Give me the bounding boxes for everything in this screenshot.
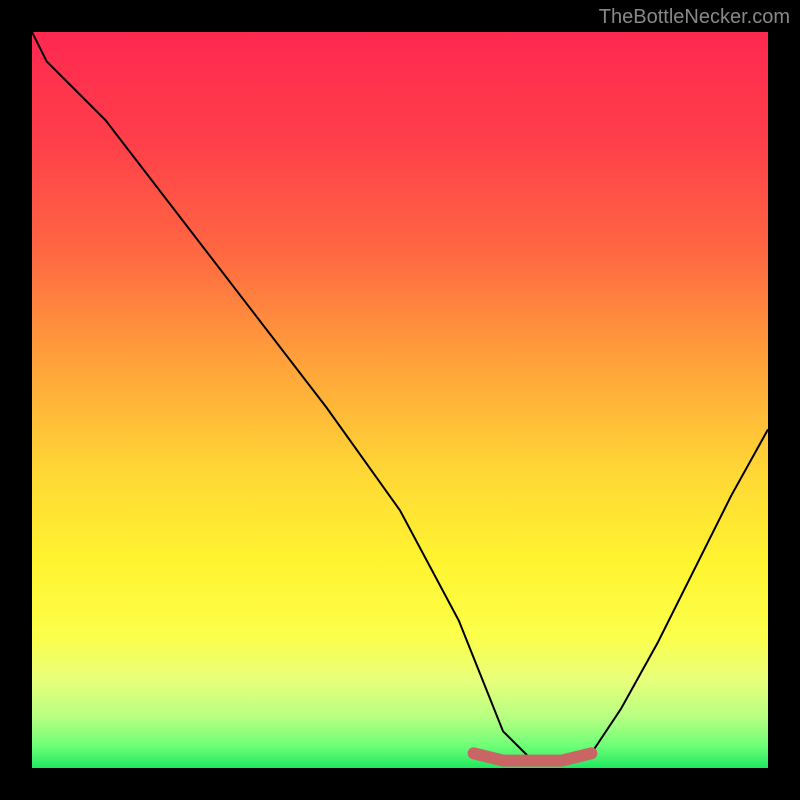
highlight-segment: [32, 32, 768, 768]
highlight-curve: [474, 753, 592, 760]
chart-container: [32, 32, 768, 768]
watermark-text: TheBottleNecker.com: [599, 6, 790, 29]
